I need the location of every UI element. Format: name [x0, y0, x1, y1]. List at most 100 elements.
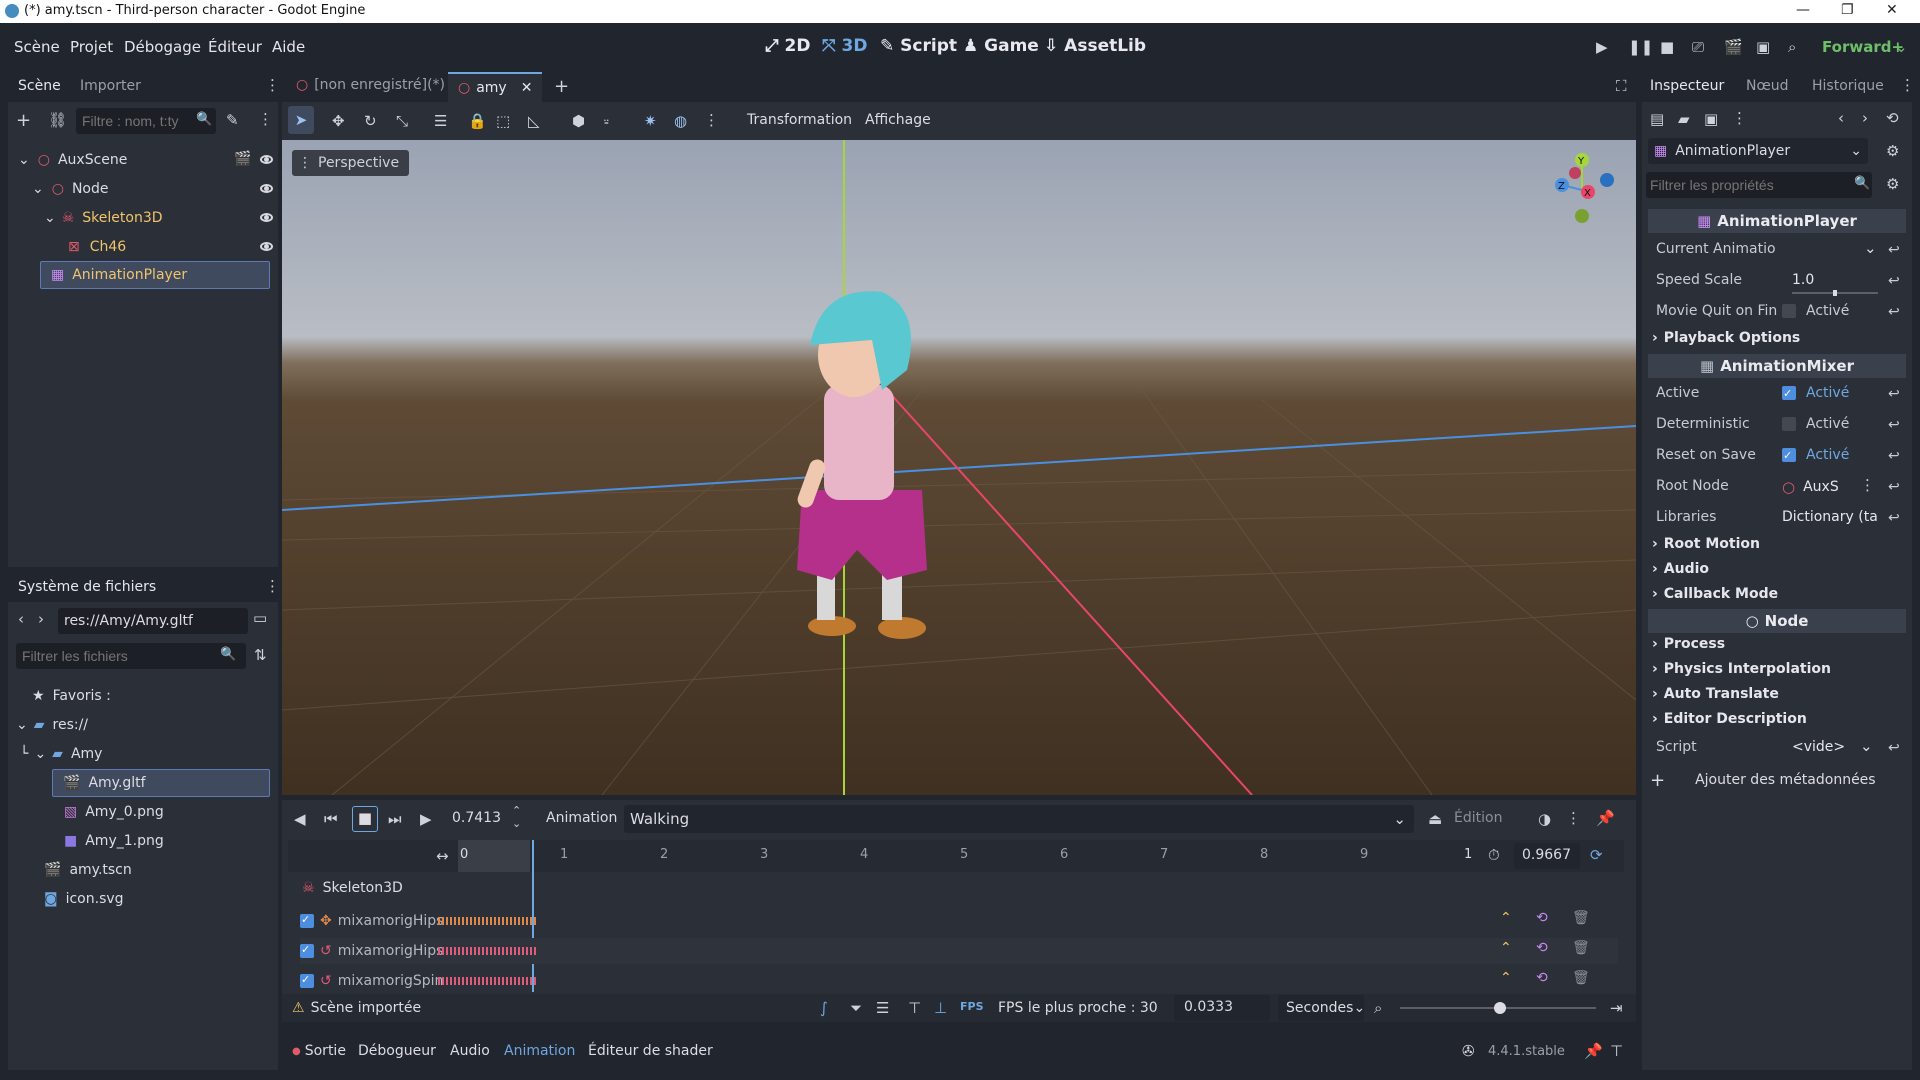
- bezier-icon[interactable]: ∫: [820, 999, 828, 1017]
- inspector-menu-icon[interactable]: ⋮: [1732, 109, 1747, 127]
- checkbox[interactable]: [1782, 417, 1796, 431]
- prop-root-node-value[interactable]: ○ AuxS: [1782, 478, 1839, 496]
- movie-maker-icon[interactable]: ⌕: [1788, 38, 1796, 56]
- snap-time-icon[interactable]: ⊥: [934, 999, 947, 1017]
- animation-menu[interactable]: Animation: [546, 810, 617, 826]
- script-attach-icon[interactable]: ✎: [226, 111, 239, 129]
- section-audio[interactable]: › Audio: [1652, 561, 1709, 577]
- stop-animation-icon[interactable]: ■: [352, 806, 378, 832]
- local-space-icon[interactable]: ⬢: [572, 112, 585, 130]
- track-enable-checkbox[interactable]: [300, 944, 314, 958]
- version-label[interactable]: 4.4.1.stable: [1488, 1044, 1565, 1059]
- section-editor-description[interactable]: › Editor Description: [1652, 711, 1807, 727]
- tab-filesystem[interactable]: Système de fichiers: [18, 579, 156, 595]
- scene-filter-input[interactable]: [76, 108, 216, 134]
- fs-item-icon-svg[interactable]: ◙ icon.svg: [44, 886, 124, 912]
- step-input[interactable]: 0.0333: [1174, 995, 1270, 1021]
- visibility-icon[interactable]: [260, 155, 273, 164]
- tree-item-node[interactable]: ⌄ ○ Node: [32, 176, 274, 202]
- load-resource-icon[interactable]: ▰: [1678, 110, 1690, 128]
- interp-icon[interactable]: ⌃: [1500, 910, 1512, 926]
- revert-icon[interactable]: ↩: [1888, 304, 1900, 320]
- pin-icon[interactable]: 📌: [1584, 1042, 1603, 1060]
- group-icon[interactable]: ⬚: [496, 112, 510, 130]
- play-scene-icon[interactable]: 🎬: [1724, 38, 1743, 56]
- restore-icon[interactable]: ❐: [1841, 2, 1854, 18]
- viewport-menu-icon[interactable]: ⋮: [704, 111, 719, 129]
- revert-icon[interactable]: ↩: [1888, 386, 1900, 402]
- perspective-menu[interactable]: ⋮ Perspective: [292, 150, 410, 176]
- play-backwards-icon[interactable]: ◀: [294, 810, 306, 828]
- expand-panel-icon[interactable]: ⊤: [1610, 1042, 1623, 1060]
- prop-movie-quit-checkbox[interactable]: Activé: [1782, 303, 1849, 319]
- checkbox[interactable]: [1782, 304, 1796, 318]
- animation-select[interactable]: Walking ⌄: [624, 805, 1414, 833]
- remote-debug-icon[interactable]: ⎚: [1692, 38, 1704, 56]
- onion-skin-icon[interactable]: ◑: [1538, 810, 1551, 828]
- track-group-skeleton3d[interactable]: ☠ Skeleton3D: [302, 880, 403, 896]
- root-node-menu-icon[interactable]: ⋮: [1860, 476, 1875, 494]
- workspace-script[interactable]: ✎ Script: [880, 36, 957, 56]
- group-header-animationmixer[interactable]: ▦ AnimationMixer: [1648, 354, 1906, 378]
- tab-debugger[interactable]: Débogueur: [358, 1043, 436, 1059]
- add-node-icon[interactable]: +: [16, 110, 31, 131]
- delete-track-icon[interactable]: 🗑: [1572, 940, 1590, 956]
- object-selector[interactable]: ▦ AnimationPlayer ⌄: [1648, 138, 1868, 164]
- filter-icon[interactable]: ⏷: [850, 999, 862, 1017]
- play-icon[interactable]: ▶: [1596, 38, 1608, 56]
- fs-item-amy-tscn[interactable]: 🎬 amy.tscn: [44, 857, 132, 883]
- section-process[interactable]: › Process: [1652, 636, 1725, 652]
- view-gizmo[interactable]: Y X Z: [1542, 150, 1622, 230]
- property-filter-input[interactable]: [1646, 172, 1872, 198]
- list-select-icon[interactable]: ☰: [434, 112, 447, 130]
- chevron-down-icon[interactable]: ⌄: [1864, 239, 1877, 257]
- split-view-icon[interactable]: ▭: [253, 609, 267, 627]
- checkbox[interactable]: [1782, 448, 1796, 462]
- fs-favorites[interactable]: ★ Favoris :: [32, 683, 111, 709]
- dock-menu-icon[interactable]: ⋮: [1900, 76, 1915, 94]
- menu-scene[interactable]: Scène: [14, 38, 60, 56]
- tree-item-animationplayer[interactable]: ▦ AnimationPlayer: [40, 261, 270, 289]
- spin-arrows-icon[interactable]: ⌃ ⌄: [512, 804, 521, 830]
- forward-icon[interactable]: ›: [38, 610, 44, 628]
- prop-script-value[interactable]: <vide>: [1792, 739, 1845, 755]
- animation-length-input[interactable]: 0.9667: [1514, 843, 1580, 869]
- delete-track-icon[interactable]: 🗑: [1572, 970, 1590, 986]
- lock-icon[interactable]: 🔒: [468, 112, 487, 130]
- section-auto-translate[interactable]: › Auto Translate: [1652, 686, 1779, 702]
- scale-tool-icon[interactable]: ⤡: [396, 112, 408, 130]
- save-resource-icon[interactable]: ▣: [1704, 110, 1718, 128]
- menu-help[interactable]: Aide: [272, 38, 305, 56]
- tab-scene[interactable]: Scène: [18, 78, 61, 94]
- timeline-ruler[interactable]: ↔ 0 1 2 3 4 5 6 7 8 9 1 ⏱ 0.9667 ⟳: [288, 840, 1624, 872]
- property-options-icon[interactable]: ⚙: [1886, 175, 1899, 193]
- select-tool-icon[interactable]: ➤: [288, 106, 314, 134]
- tree-item-skeleton3d[interactable]: ⌄ ☠ Skeleton3D: [44, 205, 274, 231]
- play-custom-icon[interactable]: ▣: [1756, 38, 1770, 56]
- new-resource-icon[interactable]: ▤: [1650, 110, 1664, 128]
- prop-speed-scale-value[interactable]: 1.0: [1792, 272, 1814, 288]
- tab-node[interactable]: Nœud: [1746, 78, 1789, 94]
- prop-deterministic-checkbox[interactable]: Activé: [1782, 416, 1849, 432]
- dock-menu-icon[interactable]: ⋮: [265, 76, 280, 94]
- track-enable-checkbox[interactable]: [300, 914, 314, 928]
- play-icon[interactable]: ▶: [420, 810, 432, 828]
- history-forward-icon[interactable]: ›: [1862, 109, 1868, 127]
- menu-editor[interactable]: Éditeur: [208, 38, 262, 56]
- speed-scale-knob[interactable]: [1833, 290, 1837, 296]
- loop-wrap-icon[interactable]: ⟲: [1536, 910, 1548, 926]
- play-from-start-icon[interactable]: ⏭: [388, 810, 402, 828]
- tree-item-ch46[interactable]: ⊠ Ch46: [68, 234, 274, 260]
- delete-track-icon[interactable]: 🗑: [1572, 910, 1590, 926]
- animation-time-input[interactable]: 0.7413: [452, 810, 501, 826]
- fps-toggle[interactable]: FPS: [960, 1000, 984, 1013]
- dock-menu-icon[interactable]: ⋮: [265, 577, 280, 595]
- revert-icon[interactable]: ↩: [1888, 417, 1900, 433]
- menu-project[interactable]: Projet: [70, 38, 113, 56]
- revert-icon[interactable]: ↩: [1888, 510, 1900, 526]
- tab-inspector[interactable]: Inspecteur: [1650, 78, 1724, 94]
- tab-output[interactable]: ● Sortie: [292, 1043, 346, 1059]
- workspace-3d[interactable]: ⤧ 3D: [822, 36, 867, 56]
- fs-item-amy-folder[interactable]: └ ⌄ ▰ Amy: [20, 741, 102, 767]
- visibility-icon[interactable]: [260, 213, 273, 222]
